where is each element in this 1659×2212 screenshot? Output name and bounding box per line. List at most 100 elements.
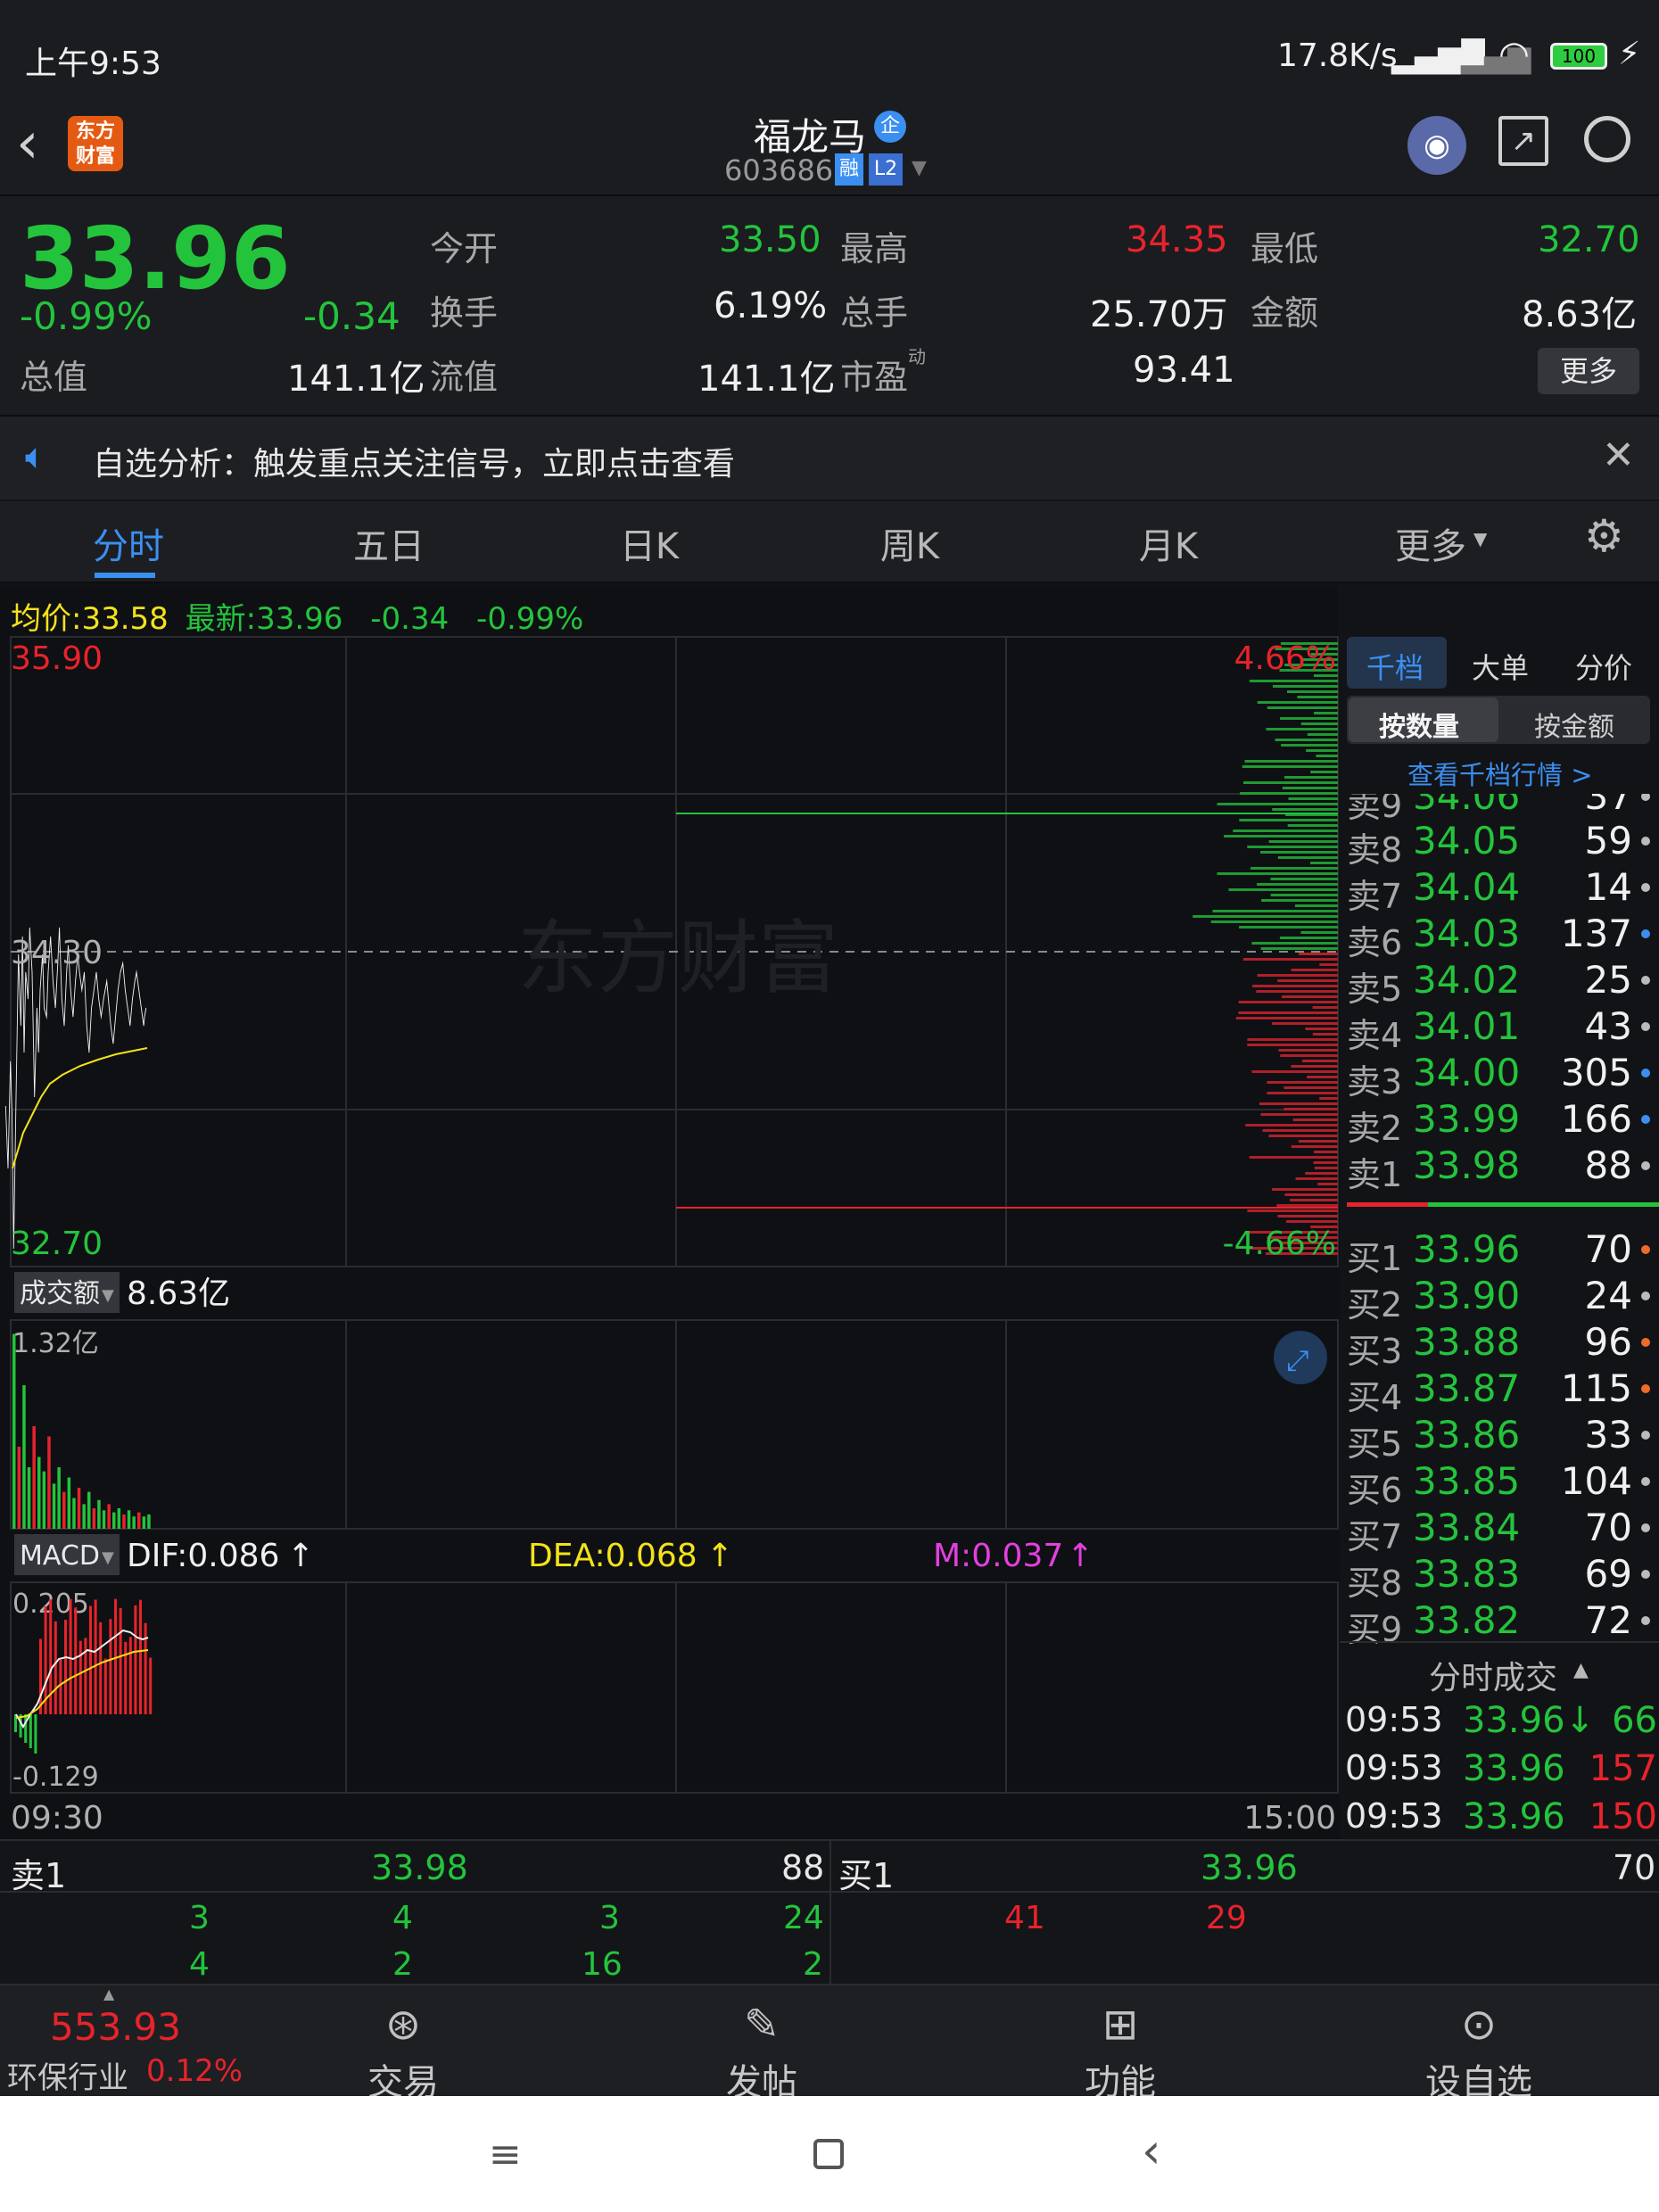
tab-month-k[interactable]: 月K [1079,517,1258,569]
back-nav-icon[interactable]: ‹ [1142,2123,1161,2179]
chevron-down-icon[interactable]: ▼ [912,157,927,179]
depth-bar [1290,1199,1338,1201]
depth-bar [1281,744,1338,747]
gear-icon[interactable]: ⚙ [1584,510,1624,562]
sector-name[interactable]: 环保行业 [7,2053,128,2097]
tab-timeshare[interactable]: 分时 [39,517,218,569]
tab-five-day[interactable]: 五日 [300,517,478,569]
volume-bar [122,1514,126,1529]
back-icon[interactable]: ‹ [16,111,39,177]
app-logo[interactable]: 东方财富 [68,116,123,171]
macd-bar [24,1714,28,1743]
notice-text: 自选分析：触发重点关注信号，立即点击查看 [93,446,736,483]
volume-bar [72,1498,76,1529]
depth-bar [1314,1167,1338,1169]
macd-bar [94,1599,97,1714]
volume-selector[interactable]: 成交额 [20,1278,100,1309]
intraday-chart[interactable]: 东方财富 35.90 34.30 32.70 4.66% -4.66% 成交额 … [0,633,1340,1839]
volume-bar [112,1512,116,1529]
latest-value: 33.96 [256,601,343,637]
pe-dynamic-mark: 动 [908,346,926,367]
subtab-by-amount[interactable]: 按金额 [1534,705,1614,744]
turnover-value: 6.19% [714,285,828,326]
change-amount: -0.34 [303,294,400,338]
depth-bar [1284,1193,1338,1196]
depth-bar [1287,824,1338,827]
menu-icon[interactable]: ≡ [489,2132,522,2177]
depth-bar [1251,1070,1338,1073]
volume-bar [27,1467,31,1529]
time-end-label: 15:00 [1243,1800,1336,1836]
depth-bar [1256,990,1338,993]
more-button[interactable]: 更多 [1538,348,1639,394]
depth-bar [1277,979,1338,982]
subtab-by-quantity[interactable]: 按数量 [1379,705,1459,744]
sector-index-value[interactable]: 553.93 [50,2005,181,2049]
volume-bar [12,1333,16,1529]
macd-selector[interactable]: MACD [20,1540,100,1572]
sector-change-pct[interactable]: 0.12% [146,2053,243,2089]
depth-bar [1294,904,1338,907]
trade-tab[interactable]: ⊛ 交易 [296,2000,510,2105]
depth-bar [1267,1081,1338,1084]
volume-bar [92,1508,96,1529]
robot-assistant-icon[interactable]: ◉ [1407,116,1466,175]
volume-bar [47,1436,51,1529]
depth-bar [1250,867,1338,870]
volume-value: 25.70万 [1090,294,1228,335]
queue-buy-price: 33.96 [1201,1848,1298,1887]
trades-title[interactable]: 分时成交 [1429,1652,1557,1698]
trade-row: 09:53 33.96 157 [1345,1748,1657,1789]
tab-active-indicator [95,573,155,578]
search-icon[interactable] [1584,116,1630,162]
wifi-icon: ◠ [1498,34,1530,75]
order-book-panel: 千档 大单 分价 按数量 按金额 查看千档行情 > 卖9 34.06 37 卖8 34… [1340,633,1659,1839]
depth-detail-link[interactable]: 查看千档行情 > [1407,755,1593,792]
volume-bar [52,1483,56,1529]
yuan-icon: ⊛ [384,2000,422,2050]
tab-price-distribution[interactable]: 分价 [1575,646,1632,687]
tab-more[interactable]: 更多 [1341,517,1520,569]
home-icon[interactable] [813,2139,844,2169]
post-tab[interactable]: ✎ 发帖 [655,2000,869,2105]
volume-bar [67,1477,71,1529]
chevron-up-icon[interactable]: ▲ [103,1985,114,2002]
up-arrow-icon: ↑ [1067,1538,1094,1574]
chevron-down-icon: ▼ [102,1286,114,1305]
queue-cell: 16 [582,1946,623,1983]
float-cap-value: 141.1亿 [697,359,836,400]
depth-bar [1257,701,1338,704]
depth-bar [1247,1038,1338,1041]
depth-bar [1312,1006,1338,1009]
close-icon[interactable]: ✕ [1602,433,1635,478]
queue-cell: 3 [189,1900,210,1936]
macd-m-value: M:0.037 [933,1538,1063,1574]
functions-tab[interactable]: ⊞ 功能 [1013,2000,1227,2105]
notice-banner[interactable]: 🔈︎ 自选分析：触发重点关注信号，立即点击查看 ✕ [0,415,1659,499]
volume-bar [132,1516,136,1529]
depth-bar [1193,915,1338,918]
macd-bar [69,1598,72,1714]
depth-bar [1282,787,1338,789]
macd-bar [149,1657,153,1714]
depth-bar [1291,969,1338,971]
depth-bar [1319,1097,1338,1100]
market-cap-label: 总值 [20,358,88,397]
tab-day-k[interactable]: 日K [560,517,739,569]
share-icon[interactable]: ↗ [1498,116,1548,166]
latest-label: 最新: [185,601,257,637]
volume-bar [97,1499,101,1529]
low-label: 最低 [1250,229,1319,268]
add-watchlist-tab[interactable]: ⊙ 设自选 [1372,2000,1586,2105]
tab-big-orders[interactable]: 大单 [1472,646,1529,687]
depth-bar [1249,680,1338,682]
depth-bar [1260,947,1338,950]
depth-bar [1278,1049,1338,1052]
tab-depth[interactable]: 千档 [1366,646,1424,687]
tab-week-k[interactable]: 周K [821,517,999,569]
chart-change-pct: -0.99% [476,601,584,637]
volume-bar [62,1491,66,1529]
battery-icon: 100 [1550,43,1607,70]
depth-bar [1277,1215,1338,1217]
volume-bar [147,1514,151,1529]
